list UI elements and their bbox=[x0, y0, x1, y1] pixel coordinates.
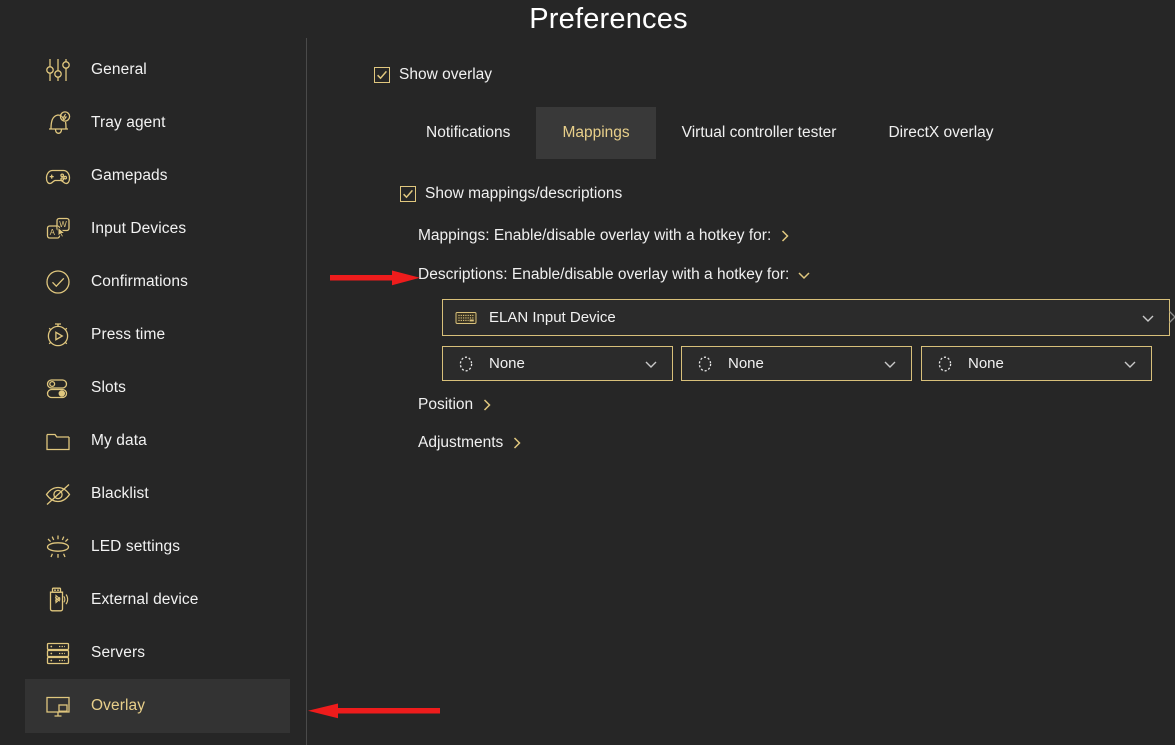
sidebar-item-led-settings[interactable]: LED settings bbox=[25, 520, 290, 574]
show-mappings-checkbox[interactable]: Show mappings/descriptions bbox=[400, 185, 622, 203]
clear-device-button[interactable] bbox=[1163, 305, 1175, 329]
svg-text:A: A bbox=[50, 228, 56, 237]
sidebar-item-label: External device bbox=[91, 591, 199, 608]
bell-bolt-icon bbox=[37, 104, 79, 142]
sidebar-item-label: Blacklist bbox=[91, 485, 149, 502]
sidebar-item-press-time[interactable]: Press time bbox=[25, 308, 290, 362]
adjustments-label: Adjustments bbox=[418, 434, 504, 451]
device-select[interactable]: ELAN Input Device bbox=[442, 299, 1170, 336]
sidebar-item-label: Confirmations bbox=[91, 273, 188, 290]
sidebar-item-servers[interactable]: Servers bbox=[25, 626, 290, 680]
sidebar-item-label: General bbox=[91, 61, 147, 78]
mappings-hotkey-expander[interactable]: Mappings: Enable/disable overlay with a … bbox=[418, 227, 791, 245]
sidebar-item-label: Press time bbox=[91, 326, 166, 343]
sidebar-item-label: Slots bbox=[91, 379, 126, 396]
tab-directx-overlay[interactable]: DirectX overlay bbox=[862, 107, 1020, 159]
descriptions-hotkey-expander[interactable]: Descriptions: Enable/disable overlay wit… bbox=[418, 266, 811, 284]
tab-label: Notifications bbox=[426, 124, 511, 141]
sidebar-item-slots[interactable]: Slots bbox=[25, 361, 290, 415]
descriptions-hotkey-label: Descriptions: Enable/disable overlay wit… bbox=[418, 266, 790, 283]
hotkey-select-value: None bbox=[489, 355, 525, 372]
check-circle-icon bbox=[37, 263, 79, 301]
chevron-right-icon bbox=[779, 229, 791, 243]
position-label: Position bbox=[418, 396, 474, 413]
tab-virtual-controller-tester[interactable]: Virtual controller tester bbox=[655, 107, 863, 159]
show-overlay-checkbox[interactable]: Show overlay bbox=[374, 66, 492, 84]
checkmark-icon bbox=[403, 189, 413, 199]
sidebar-item-label: Servers bbox=[91, 644, 146, 661]
preferences-window: General Tray agent Gamepads W A Input De… bbox=[0, 0, 1175, 745]
checkmark-icon bbox=[377, 70, 387, 80]
sidebar-item-tray-agent[interactable]: Tray agent bbox=[25, 96, 290, 150]
sidebar-item-gamepads[interactable]: Gamepads bbox=[25, 149, 290, 203]
usb-bluetooth-icon bbox=[37, 581, 79, 619]
sidebar-item-label: LED settings bbox=[91, 538, 181, 555]
show-overlay-label: Show overlay bbox=[399, 66, 493, 83]
sidebar-item-input-devices[interactable]: W A Input Devices bbox=[25, 202, 290, 256]
sidebar-item-confirmations[interactable]: Confirmations bbox=[25, 255, 290, 309]
sidebar-item-label: Gamepads bbox=[91, 167, 168, 184]
toggles-icon bbox=[37, 369, 79, 407]
main-content: Preferences Show overlay Notifications M… bbox=[306, 0, 1175, 745]
hotkey-select-3[interactable]: None bbox=[921, 346, 1152, 381]
sidebar-item-label: Tray agent bbox=[91, 114, 166, 131]
stopwatch-play-icon bbox=[37, 316, 79, 354]
monitor-overlay-icon bbox=[37, 687, 79, 725]
chevron-right-icon bbox=[511, 436, 523, 450]
show-mappings-label: Show mappings/descriptions bbox=[425, 185, 623, 202]
sidebar-item-label: Input Devices bbox=[91, 220, 187, 237]
tab-mappings[interactable]: Mappings bbox=[536, 107, 656, 159]
page-title: Preferences bbox=[529, 3, 688, 35]
sidebar: General Tray agent Gamepads W A Input De… bbox=[0, 0, 306, 745]
keyboard-icon bbox=[453, 310, 479, 326]
keyboard-cursor-icon: W A bbox=[37, 210, 79, 248]
chevron-down-icon bbox=[797, 269, 811, 281]
tab-label: Mappings bbox=[562, 124, 630, 141]
device-select-value: ELAN Input Device bbox=[489, 309, 616, 326]
servers-icon bbox=[37, 634, 79, 672]
eye-slash-icon bbox=[37, 475, 79, 513]
chevron-down-icon bbox=[1115, 358, 1145, 370]
sidebar-item-external-device[interactable]: External device bbox=[25, 573, 290, 627]
svg-text:W: W bbox=[59, 220, 67, 229]
hotkey-select-value: None bbox=[728, 355, 764, 372]
tab-notifications[interactable]: Notifications bbox=[400, 107, 537, 159]
sidebar-item-label: Overlay bbox=[91, 697, 146, 714]
tab-label: DirectX overlay bbox=[888, 124, 994, 141]
hotkey-select-value: None bbox=[968, 355, 1004, 372]
sidebar-item-general[interactable]: General bbox=[25, 43, 290, 97]
chevron-down-icon bbox=[1133, 312, 1163, 324]
dashed-circle-icon bbox=[453, 355, 479, 373]
dashed-circle-icon bbox=[692, 355, 718, 373]
position-expander[interactable]: Position bbox=[418, 396, 493, 414]
hotkey-select-1[interactable]: None bbox=[442, 346, 673, 381]
sliders-icon bbox=[37, 51, 79, 89]
gamepad-icon bbox=[37, 157, 79, 195]
tab-bar: Notifications Mappings Virtual controlle… bbox=[400, 107, 1020, 159]
led-light-icon bbox=[37, 528, 79, 566]
sidebar-item-label: My data bbox=[91, 432, 147, 449]
close-icon bbox=[1169, 311, 1175, 323]
sidebar-item-my-data[interactable]: My data bbox=[25, 414, 290, 468]
sidebar-item-blacklist[interactable]: Blacklist bbox=[25, 467, 290, 521]
dashed-circle-icon bbox=[932, 355, 958, 373]
chevron-down-icon bbox=[875, 358, 905, 370]
chevron-right-icon bbox=[481, 398, 493, 412]
tab-label: Virtual controller tester bbox=[681, 124, 837, 141]
sidebar-item-overlay[interactable]: Overlay bbox=[25, 679, 290, 733]
checkbox-box bbox=[400, 186, 416, 202]
chevron-down-icon bbox=[636, 358, 666, 370]
folder-icon bbox=[37, 422, 79, 460]
mappings-hotkey-label: Mappings: Enable/disable overlay with a … bbox=[418, 227, 772, 244]
checkbox-box bbox=[374, 67, 390, 83]
adjustments-expander[interactable]: Adjustments bbox=[418, 434, 523, 452]
hotkey-select-2[interactable]: None bbox=[681, 346, 912, 381]
